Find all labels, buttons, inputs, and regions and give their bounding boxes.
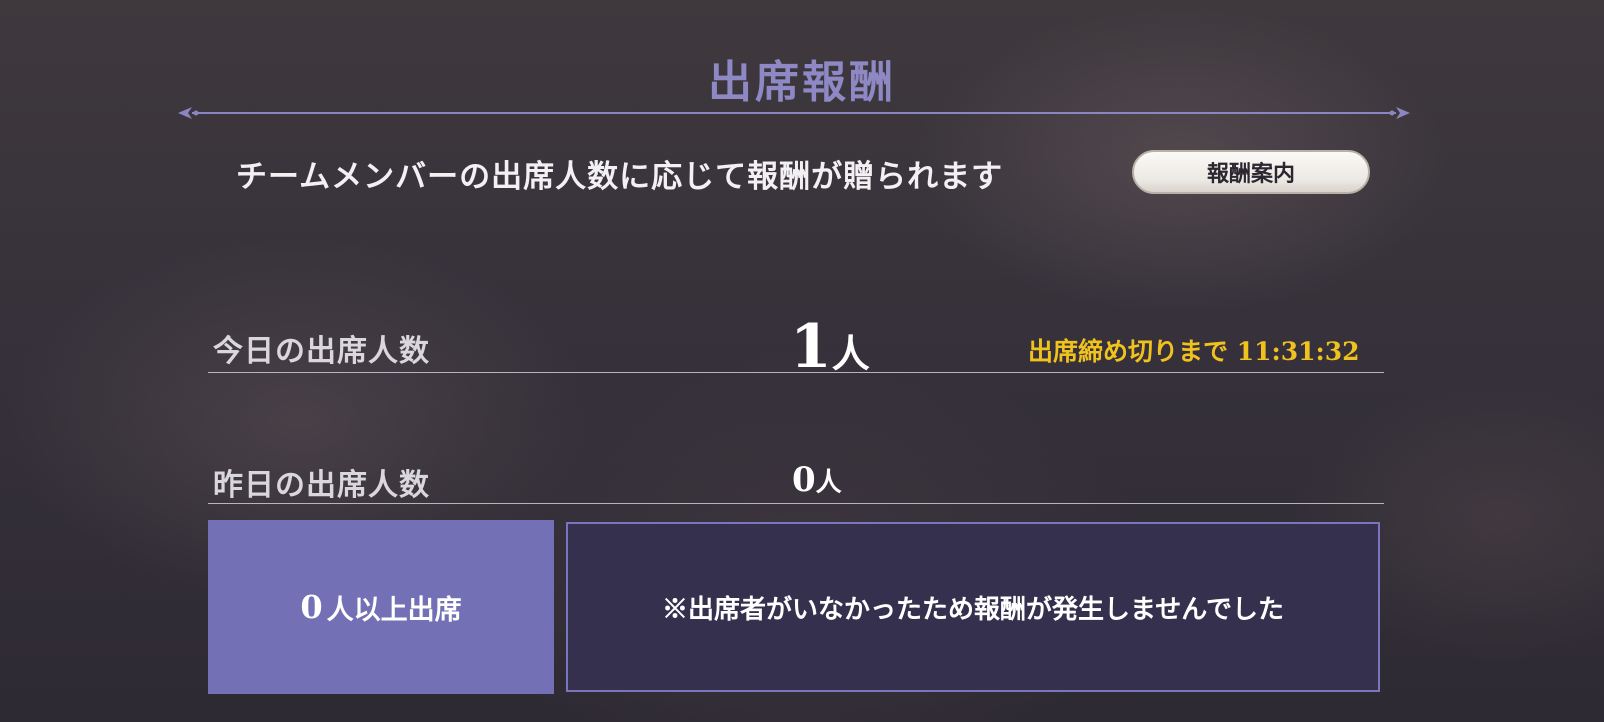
today-row-divider [208, 372, 1384, 373]
reward-guide-button[interactable]: 報酬案内 [1132, 150, 1370, 194]
reward-notice-text: ※出席者がいなかったため報酬が発生しませんでした [662, 594, 1284, 625]
yesterday-count-unit: 人 [815, 468, 842, 498]
reward-description: チームメンバーの出席人数に応じて報酬が贈られます [236, 159, 1004, 195]
attendance-reward-panel: 出席報酬 チームメンバーの出席人数に応じて報酬が贈られます 報酬案内 今日の出席… [0, 0, 1604, 722]
today-count-unit: 人 [831, 331, 870, 376]
page-title: 出席報酬 [708, 57, 896, 108]
reward-notice-box: ※出席者がいなかったため報酬が発生しませんでした [566, 522, 1380, 692]
tier-count: 0 [300, 588, 323, 626]
yesterday-attendance-label: 昨日の出席人数 [213, 468, 430, 503]
tier-label: 人以上出席 [326, 594, 462, 626]
today-attendance-label: 今日の出席人数 [213, 334, 430, 369]
attendance-deadline: 出席締め切りまで 11:31:32 [1028, 332, 1360, 368]
title-divider [178, 107, 1410, 119]
yesterday-count-value: 0 [792, 460, 816, 500]
deadline-label: 出席締め切りまで [1028, 337, 1229, 366]
deadline-timer: 11:31:32 [1236, 337, 1360, 366]
yesterday-row-divider [208, 503, 1384, 504]
yesterday-attendance-count: 0人 [792, 460, 842, 500]
reward-tier-box: 0 人以上出席 [208, 520, 554, 694]
